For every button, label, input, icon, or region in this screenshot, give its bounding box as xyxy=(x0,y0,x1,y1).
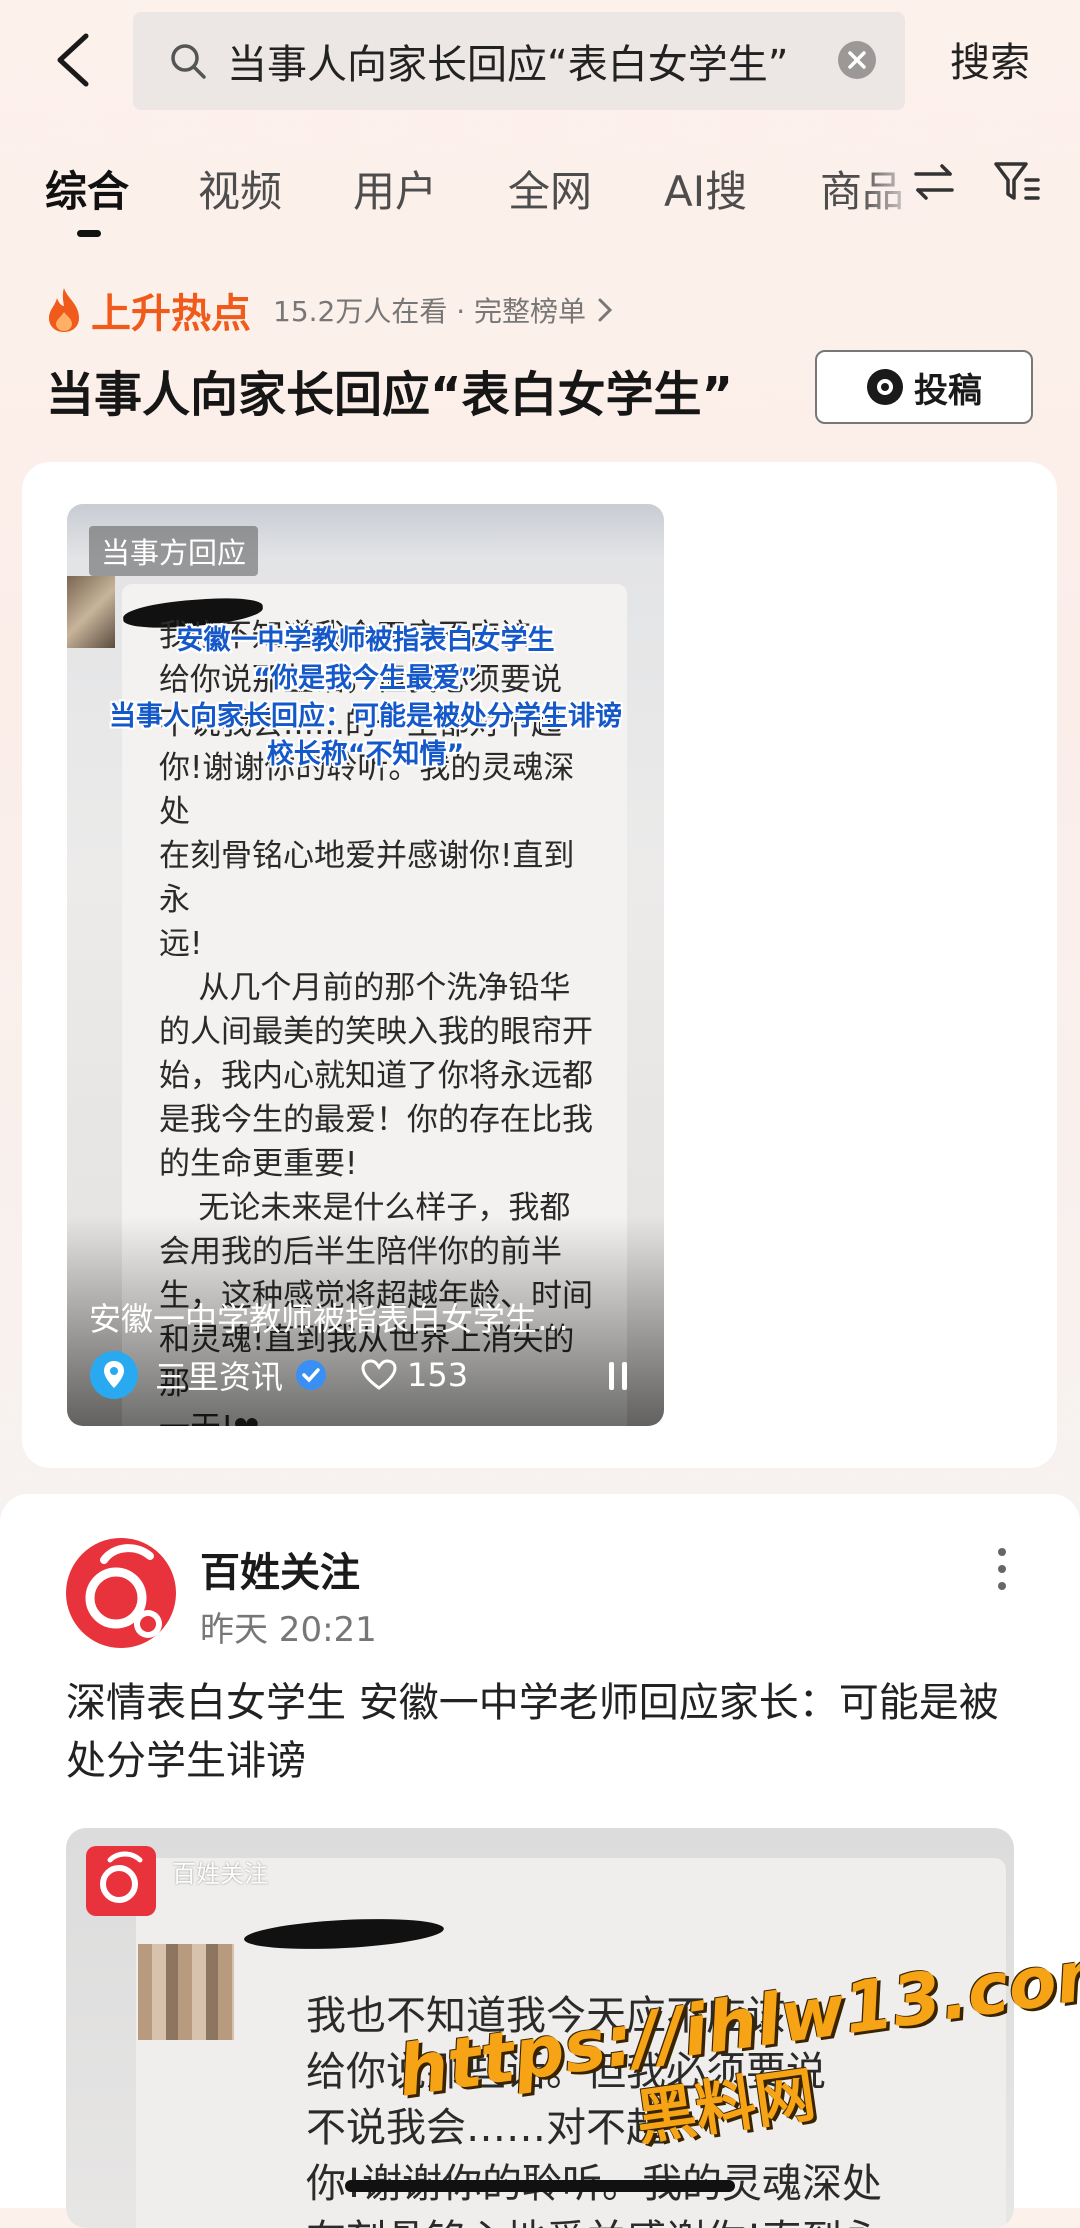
hot-topic-row[interactable]: 上升热点 15.2万人在看 · 完整榜单 xyxy=(45,280,614,340)
post-button-label: 投稿 xyxy=(914,370,982,411)
location-pin-icon xyxy=(90,1351,138,1399)
hot-meta: 15.2万人在看 · 完整榜单 xyxy=(273,295,587,328)
clear-icon[interactable] xyxy=(837,40,877,80)
hot-label: 上升热点 xyxy=(91,291,251,337)
filter-icon[interactable] xyxy=(992,158,1042,206)
chat-avatar xyxy=(138,1944,234,2040)
tab-all[interactable]: 综合 xyxy=(45,158,129,219)
topic-title: 当事人向家长回应“表白女学生” xyxy=(46,367,734,423)
overlay-line: 当事人向家长回应：可能是被处分学生诽谤 xyxy=(109,701,622,732)
more-vertical-icon[interactable] xyxy=(990,1546,1014,1592)
search-query: 当事人向家长回应“表白女学生” xyxy=(227,42,789,88)
flame-icon xyxy=(49,288,79,332)
post-time: 昨天 20:21 xyxy=(200,1610,377,1650)
brand-logo-icon xyxy=(86,1846,156,1916)
tab-fade xyxy=(860,150,920,220)
tab-video[interactable]: 视频 xyxy=(198,158,282,219)
watermark: https://ihlw13.com 黑料网 xyxy=(393,1929,1080,2160)
search-icon xyxy=(171,44,206,79)
tab-users[interactable]: 用户 xyxy=(353,158,437,219)
camera-icon xyxy=(867,369,903,405)
active-tab-indicator xyxy=(77,230,101,237)
pause-icon[interactable] xyxy=(608,1360,628,1392)
video-result-card: 我也不知道我今天应不应该 给你说那些话，但我必须要说 不说我会……的一生都对不起… xyxy=(22,462,1057,1468)
avatar[interactable] xyxy=(66,1538,176,1648)
video-title: 安徽一中学教师被指表白女学生… xyxy=(89,1300,570,1338)
heart-icon[interactable] xyxy=(361,1359,397,1391)
image-logo-text: 百姓关注 xyxy=(172,1860,268,1888)
video-badge: 当事方回应 xyxy=(89,526,259,576)
swap-icon[interactable] xyxy=(912,160,956,204)
tab-web[interactable]: 全网 xyxy=(508,158,592,219)
chevron-right-icon xyxy=(598,298,613,322)
overlay-line: “你是我今生最爱” xyxy=(253,663,478,694)
back-arrow-icon[interactable] xyxy=(52,30,96,90)
search-button[interactable]: 搜索 xyxy=(950,30,1030,88)
overlay-line: 安徽一中学教师被指表白女学生 xyxy=(176,625,555,656)
video-author[interactable]: 三里资讯 xyxy=(155,1352,283,1398)
verified-icon xyxy=(296,1360,327,1390)
post-author[interactable]: 百姓关注 xyxy=(200,1540,360,1598)
home-indicator xyxy=(345,2180,735,2192)
overlay-line: 校长称“不知情” xyxy=(266,739,465,770)
video-footer: 三里资讯 153 xyxy=(89,1350,468,1400)
overlay-caption: 安徽一中学教师被指表白女学生 “你是我今生最爱” 当事人向家长回应：可能是被处分… xyxy=(67,622,664,774)
post-button[interactable]: 投稿 xyxy=(815,350,1033,424)
video-thumbnail[interactable]: 我也不知道我今天应不应该 给你说那些话，但我必须要说 不说我会……的一生都对不起… xyxy=(67,504,664,1426)
tab-ai-search[interactable]: AI搜 xyxy=(664,158,747,219)
search-input[interactable]: 当事人向家长回应“表白女学生” xyxy=(133,12,905,110)
post-text[interactable]: 深情表白女学生 安徽一中学老师回应家长：可能是被处分学生诽谤 xyxy=(66,1674,1026,1790)
like-count: 153 xyxy=(407,1356,469,1394)
